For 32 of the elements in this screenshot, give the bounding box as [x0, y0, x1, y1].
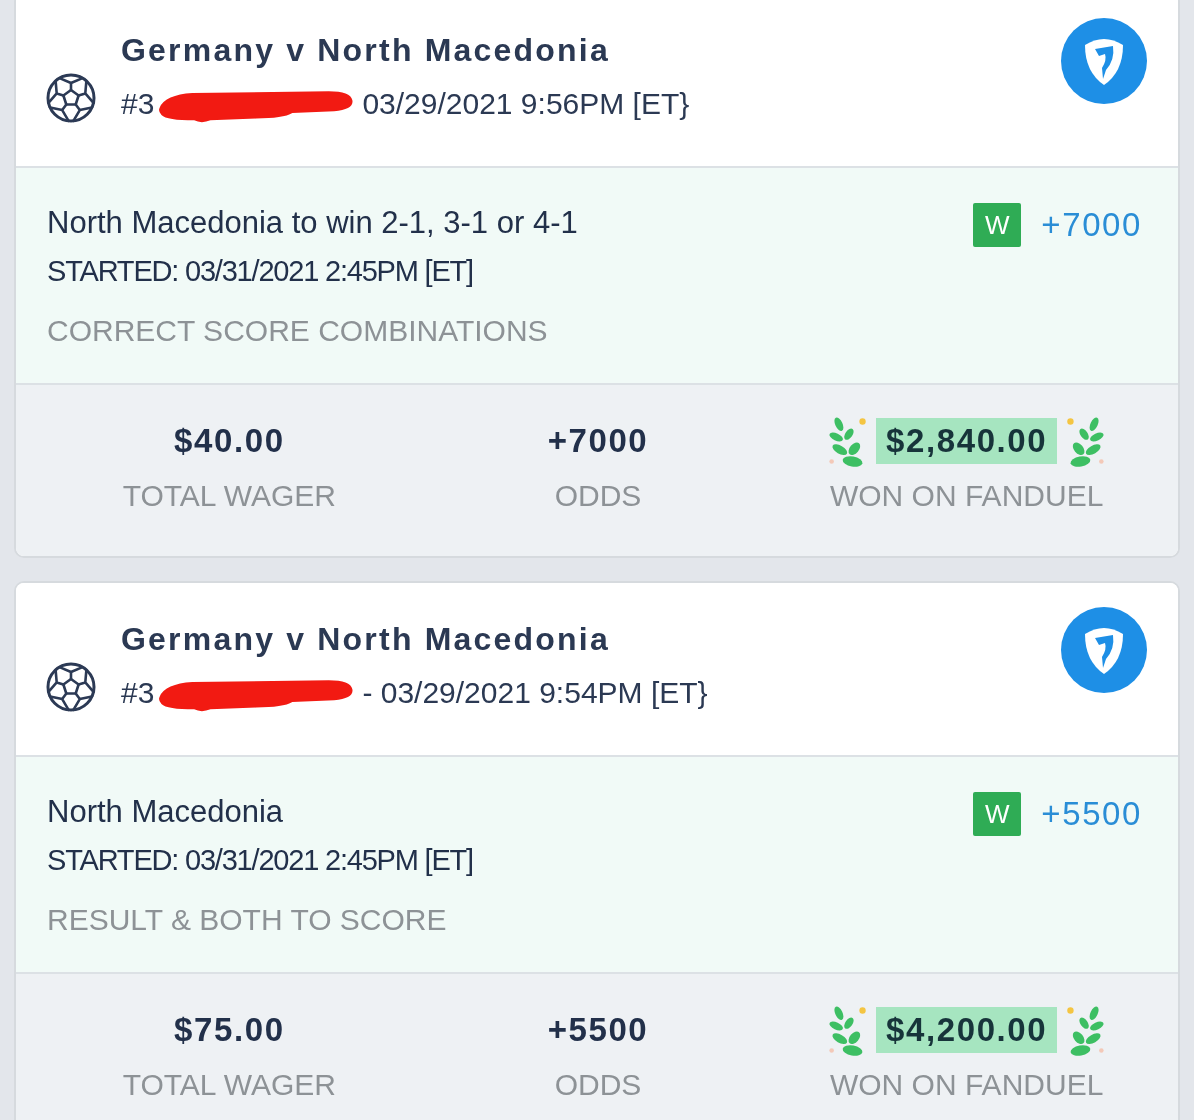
- stat-label: TOTAL WAGER: [122, 1067, 336, 1103]
- event-title: Germany v North Macedonia: [121, 31, 611, 70]
- market-name: CORRECT SCORE COMBINATIONS: [47, 313, 549, 349]
- shield-logo-icon: [1061, 18, 1147, 104]
- stat-label: WON ON FANDUEL: [829, 1067, 1104, 1103]
- soccer-ball-icon: [45, 72, 97, 124]
- result-badge: W: [973, 792, 1022, 836]
- selection-odds: +7000: [1041, 205, 1142, 245]
- winnings-amount: $4,200.00: [876, 1007, 1058, 1053]
- bet-id: #3: [121, 676, 155, 710]
- bet-id: #3: [121, 87, 155, 121]
- start-time: STARTED: 03/31/2021 2:45PM [ET]: [47, 254, 474, 289]
- stat-label: WON ON FANDUEL: [829, 478, 1104, 514]
- selection-name: North Macedonia: [47, 793, 285, 831]
- result-badge: W: [973, 203, 1022, 247]
- soccer-ball-icon: [45, 661, 97, 713]
- placed-time: - 03/29/2021 9:54PM [ET}: [362, 676, 708, 710]
- placed-time: 03/29/2021 9:56PM [ET}: [362, 87, 690, 121]
- stat-label: TOTAL WAGER: [122, 478, 336, 514]
- shield-logo-icon: [1061, 607, 1147, 693]
- stat-label: ODDS: [554, 1067, 642, 1103]
- stat-value: +5500: [547, 1010, 649, 1050]
- selection-odds: +5500: [1041, 794, 1142, 834]
- stat-value: $75.00: [174, 1010, 285, 1050]
- winnings-amount: $2,840.00: [876, 418, 1058, 464]
- stat-value: +7000: [547, 421, 649, 461]
- stat-value: $40.00: [174, 421, 285, 461]
- market-name: RESULT & BOTH TO SCORE: [47, 902, 448, 938]
- event-title: Germany v North Macedonia: [121, 620, 611, 659]
- start-time: STARTED: 03/31/2021 2:45PM [ET]: [47, 843, 473, 878]
- selection-name: North Macedonia to win 2-1, 3-1 or 4-1: [47, 204, 578, 242]
- stat-label: ODDS: [554, 478, 642, 514]
